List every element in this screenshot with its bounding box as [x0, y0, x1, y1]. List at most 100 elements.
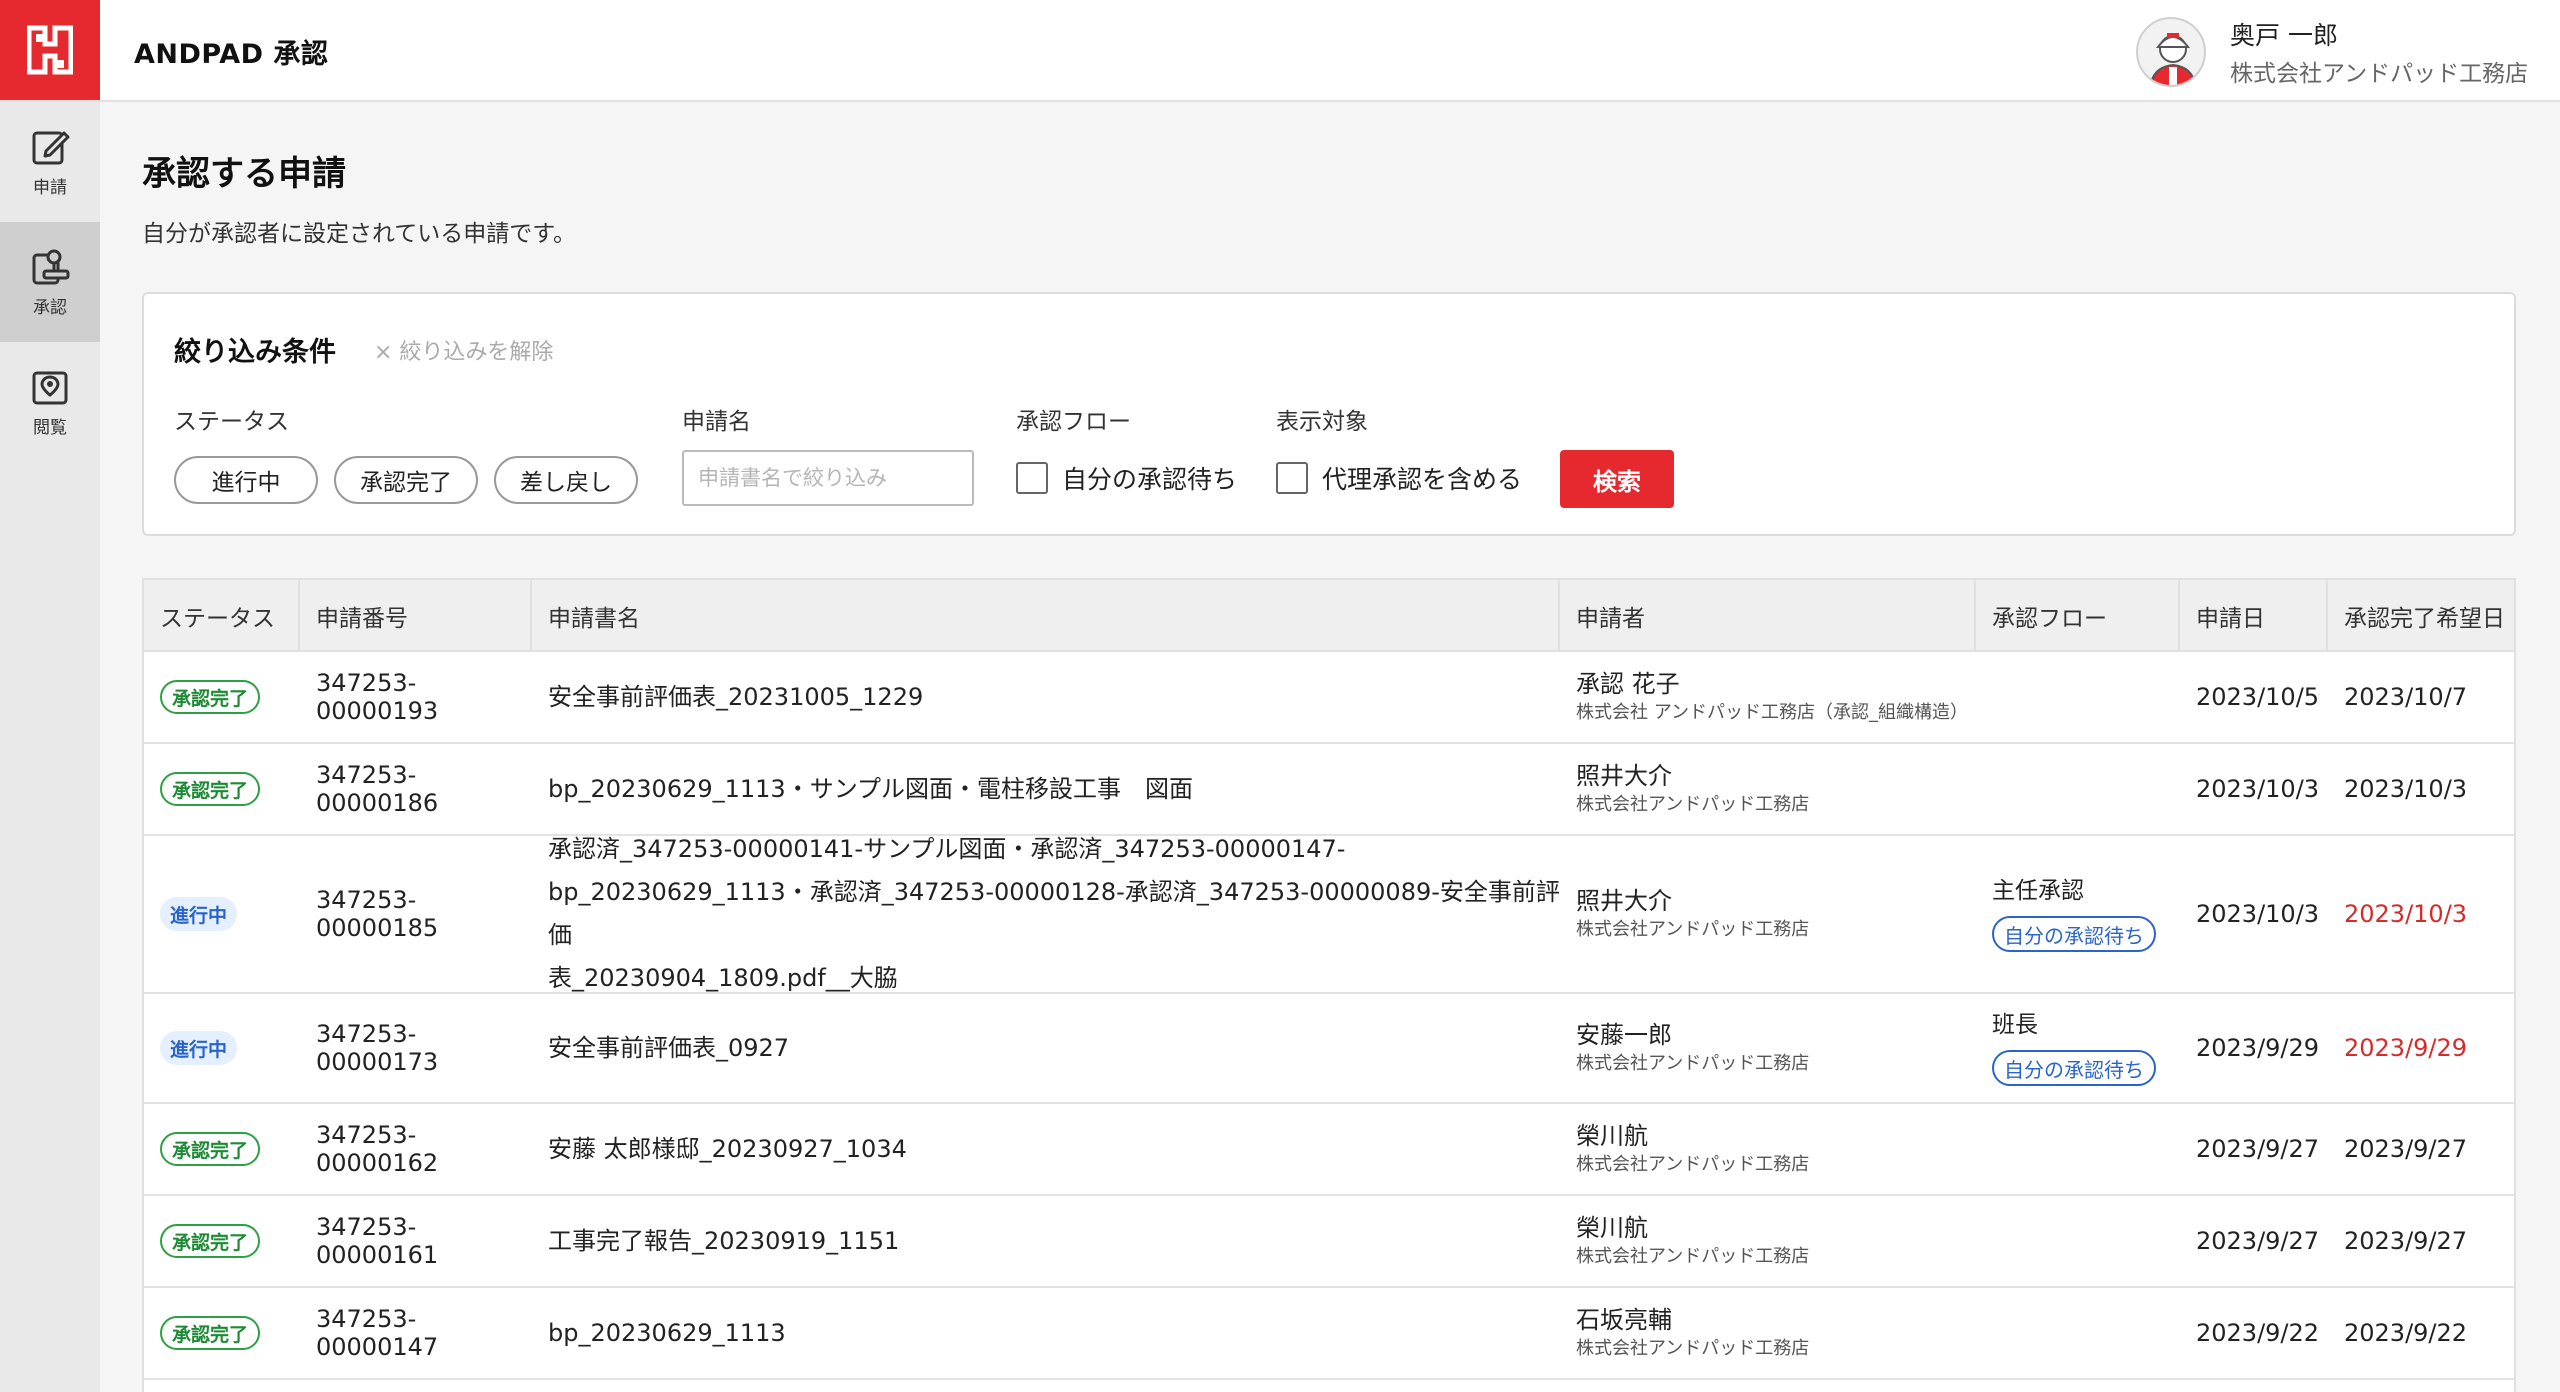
apply-date-cell: 2023/10/5 — [2180, 652, 2328, 742]
approve-icon — [32, 249, 70, 284]
number-cell: 347253-00000193 — [300, 652, 532, 742]
applicant-cell: 安藤一郎株式会社アンドパッド工務店 — [1560, 994, 1976, 1102]
table-row[interactable]: 承認完了 347253-00000193 安全事前評価表_20231005_1229… — [144, 652, 2514, 744]
applicant-cell: 榮川航株式会社アンドパッド工務店 — [1560, 1104, 1976, 1194]
filter-title: 絞り込み条件 — [174, 337, 336, 368]
table-row[interactable]: 承認完了 347253-00000161 工事完了報告_20230919_1151 榮… — [144, 1196, 2514, 1288]
my-approval-badge: 自分の承認待ち — [1992, 1050, 2156, 1086]
name-filter-input[interactable] — [682, 450, 974, 506]
andpad-logo[interactable] — [0, 0, 100, 100]
apply-date: 2023/9/27 — [2196, 1135, 2320, 1163]
request-number: 347253-00000162 — [316, 1121, 439, 1177]
andpad-logo-icon — [27, 25, 73, 75]
user-avatar[interactable] — [2136, 17, 2206, 87]
flow-cell — [1976, 652, 2180, 742]
status-filter-approved[interactable]: 承認完了 — [334, 456, 478, 504]
header-due-date[interactable]: 承認完了希望日 — [2328, 580, 2514, 652]
app-title: ANDPAD 承認 — [134, 39, 329, 70]
applicant-name: 榮川航 — [1576, 1214, 1648, 1242]
status-badge: 承認完了 — [160, 772, 261, 806]
header-flow[interactable]: 承認フロー — [1976, 580, 2180, 652]
my-approval-checkbox[interactable]: 自分の承認待ち — [1016, 460, 1237, 496]
checkbox-label: 自分の承認待ち — [1062, 465, 1238, 494]
applicant-cell: 照井大介 株式会社アンドパッド工務店 — [1560, 836, 1976, 992]
header-apply-date[interactable]: 申請日 — [2180, 580, 2328, 652]
flow-filter-label: 承認フロー — [1016, 409, 1131, 435]
checkbox-box[interactable] — [1016, 462, 1048, 494]
request-number: 347253-00000173 — [316, 1020, 439, 1076]
apply-date: 2023/10/3 — [2196, 900, 2320, 928]
request-number: 347253-00000147 — [316, 1305, 439, 1361]
document-name-line[interactable]: 工事完了報告_20230919_1151 — [548, 1220, 899, 1263]
header-applicant[interactable]: 申請者 — [1560, 580, 1976, 652]
document-name-line[interactable]: bp_20230629_1113・承認済_347253-00000128-承認済… — [548, 871, 1560, 957]
status-cell: 承認完了 — [144, 1288, 300, 1378]
header-number[interactable]: 申請番号 — [300, 580, 532, 652]
flow-cell — [1976, 1104, 2180, 1194]
due-date-cell: 2023/9/22 — [2328, 1288, 2514, 1378]
status-filter-returned[interactable]: 差し戻し — [494, 456, 638, 504]
table-row[interactable]: 承認完了 347253-00000162 安藤 太郎様邸_20230927_1034… — [144, 1104, 2514, 1196]
flow-step: 主任承認 — [1992, 878, 2084, 904]
header-status[interactable]: ステータス — [144, 580, 300, 652]
applicant-company: 株式会社アンドパッド工務店 — [1576, 1053, 1810, 1074]
view-icon — [32, 371, 68, 404]
table-row[interactable]: 進行中 347253-00000173 安全事前評価表_0927 安藤一郎 株式会社アン… — [144, 994, 2514, 1104]
status-badge: 進行中 — [160, 897, 238, 931]
document-name-line[interactable]: bp_20230629_1113 — [548, 1312, 786, 1355]
applicant-name: 榮川航 — [1576, 1122, 1648, 1150]
table-header: ステータス 申請番号 申請書名 申請者 承認フロー 申請日 承認完了希望日 — [144, 578, 2514, 652]
number-cell: 347253-00000185 — [300, 836, 532, 992]
applicant-company: 株式会社アンドパッド工務店 — [1576, 919, 1810, 940]
sidebar: 申請 承認 閲覧 — [0, 102, 100, 1392]
document-name-cell: 承認済_347253-00000141-サンプル図面・承認済_347253-00… — [532, 835, 1560, 992]
flow-cell: 主任承認 自分の承認待ち — [1976, 836, 2180, 992]
header-document-name[interactable]: 申請書名 — [532, 580, 1560, 652]
due-date-cell: 2023/10/7 — [2328, 652, 2514, 742]
applicant-company: 株式会社アンドパッド工務店 — [1576, 1154, 1810, 1175]
sidebar-item-approve[interactable]: 承認 — [0, 222, 100, 342]
sidebar-item-label: 承認 — [33, 297, 67, 318]
apply-date: 2023/10/5 — [2196, 683, 2320, 711]
applicant-name: 承認 花子 — [1576, 670, 1680, 698]
proxy-approval-checkbox[interactable]: 代理承認を含める — [1276, 460, 1522, 496]
applicant-company: 株式会社アンドパッド工務店 — [1576, 794, 1810, 815]
table-row[interactable]: 進行中 347253-00000185 承認済_347253-00000141-サン… — [144, 835, 2514, 994]
checkbox-box[interactable] — [1276, 462, 1308, 494]
sidebar-item-view[interactable]: 閲覧 — [0, 342, 100, 462]
filter-panel: 絞り込み条件 × 絞り込みを解除 ステータス 進行中 承認完了 差し戻し 申請名… — [142, 292, 2516, 536]
number-cell: 347253-00000173 — [300, 994, 532, 1102]
due-date: 2023/9/22 — [2344, 1319, 2468, 1347]
request-number: 347253-00000185 — [316, 886, 439, 942]
document-name-cell: 安藤 太郎様邸_20230927_1034 — [532, 1104, 1560, 1194]
apply-date-cell: 2023/9/27 — [2180, 1196, 2328, 1286]
table-row[interactable]: 承認完了 347253-00000147 bp_20230629_1113 石坂亮輔株… — [144, 1288, 2514, 1380]
due-date: 2023/10/3 — [2344, 775, 2468, 803]
number-cell: 347253-00000186 — [300, 744, 532, 834]
document-name-line[interactable]: 安藤 太郎様邸_20230927_1034 — [548, 1128, 907, 1171]
apply-date-cell: 2023/9/29 — [2180, 994, 2328, 1102]
document-name-line[interactable]: 安全事前評価表_0927 — [548, 1027, 789, 1070]
table-row[interactable]: 承認完了 347253-00000186 bp_20230629_1113・サンプル… — [144, 744, 2514, 836]
flow-cell — [1976, 744, 2180, 834]
status-filter-in-progress[interactable]: 進行中 — [174, 456, 318, 504]
document-name-line[interactable]: 承認済_347253-00000141-サンプル図面・承認済_347253-00… — [548, 828, 1345, 871]
flow-cell: 班長 自分の承認待ち — [1976, 994, 2180, 1102]
document-name-line[interactable]: 安全事前評価表_20231005_1229 — [548, 676, 923, 719]
apply-date-cell: 2023/10/3 — [2180, 836, 2328, 992]
edit-icon — [32, 131, 70, 164]
clear-filter-link[interactable]: × 絞り込みを解除 — [374, 334, 553, 366]
worker-avatar-icon — [2149, 33, 2197, 85]
status-badge: 承認完了 — [160, 680, 261, 714]
page-description: 自分が承認者に設定されている申請です。 — [142, 221, 577, 247]
status-cell: 承認完了 — [144, 1196, 300, 1286]
document-name-line[interactable]: bp_20230629_1113・サンプル図面・電柱移設工事 図面 — [548, 768, 1193, 811]
applicant-company: 株式会社アンドパッド工務店 — [1576, 1338, 1810, 1359]
checkbox-label: 代理承認を含める — [1322, 465, 1523, 494]
sidebar-item-label: 申請 — [33, 177, 67, 198]
sidebar-item-apply[interactable]: 申請 — [0, 102, 100, 222]
user-name[interactable]: 奥戸 一郎 — [2230, 16, 2338, 52]
status-badge: 承認完了 — [160, 1316, 261, 1350]
applicant-name: 安藤一郎 — [1576, 1021, 1672, 1049]
search-button[interactable]: 検索 — [1560, 450, 1674, 508]
